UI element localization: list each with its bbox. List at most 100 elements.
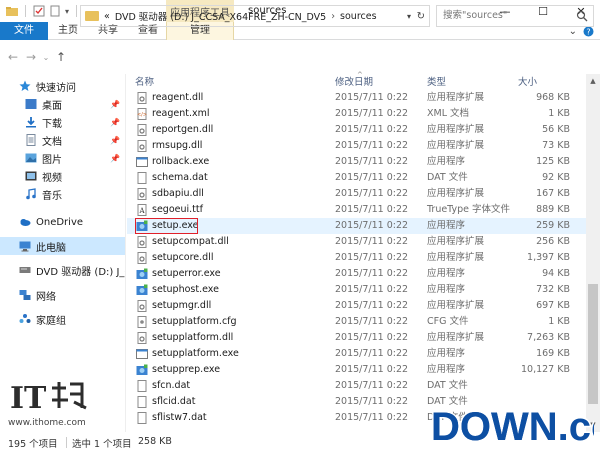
sidebar-item-label: 桌面 [42, 100, 62, 112]
file-row[interactable]: sdbapiu.dll 2015/7/11 0:22 应用程序扩展 167 KB [127, 186, 586, 202]
chevron-right-icon[interactable]: › [331, 11, 335, 22]
file-row[interactable]: rollback.exe 2015/7/11 0:22 应用程序 125 KB [127, 154, 586, 170]
forward-arrow-icon[interactable]: → [22, 46, 40, 68]
sidebar-item-label: OneDrive [36, 216, 84, 228]
address-dropdown-icon[interactable]: ▾ [407, 12, 411, 21]
help-icon[interactable]: ? [583, 26, 594, 37]
file-row[interactable]: setupplatform.exe 2015/7/11 0:22 应用程序 169 K… [127, 346, 586, 362]
file-size: 732 KB [536, 284, 570, 295]
new-folder-icon[interactable] [49, 5, 61, 17]
file-size: 94 KB [542, 268, 570, 279]
file-type: 应用程序扩展 [427, 92, 485, 103]
file-date: 2015/7/11 0:22 [335, 300, 409, 311]
column-header-name[interactable]: 名称 [135, 76, 154, 90]
expand-ribbon-icon[interactable]: ⌄ [569, 26, 577, 37]
highlight-box [135, 218, 198, 234]
file-row[interactable]: setupcompat.dll 2015/7/11 0:22 应用程序扩展 256 K… [127, 234, 586, 250]
pin-icon[interactable]: 📌 [110, 154, 120, 163]
file-size: 56 KB [542, 124, 570, 135]
ithome-watermark: IT www.ithome.com [8, 378, 108, 433]
sidebar-item-documents[interactable]: 文档 📌 [0, 131, 125, 149]
sidebar-item-this-pc[interactable]: 此电脑 [0, 237, 125, 255]
column-header-type[interactable]: 类型 [427, 76, 446, 90]
sidebar-item-label: 快速访问 [36, 82, 76, 94]
up-arrow-icon[interactable]: ↑ [52, 46, 70, 68]
file-row[interactable]: setuphost.exe 2015/7/11 0:22 应用程序 732 KB [127, 282, 586, 298]
sidebar-item-videos[interactable]: 视频 [0, 167, 125, 185]
search-input[interactable]: 搜索"sources" [436, 5, 594, 27]
sidebar-item-label: 网络 [36, 291, 56, 303]
file-type: 应用程序 [427, 156, 466, 167]
file-row[interactable]: reagent.dll 2015/7/11 0:22 应用程序扩展 968 KB [127, 90, 586, 106]
sidebar-item-label: 视频 [42, 172, 62, 184]
pin-icon[interactable]: 📌 [110, 136, 120, 145]
file-size: 256 KB [536, 236, 570, 247]
recent-locations-icon[interactable]: ⌄ [40, 46, 52, 68]
scroll-up-icon[interactable]: ▲ [586, 74, 600, 88]
file-row[interactable]: setupprep.exe 2015/7/11 0:22 应用程序 10,127 KB [127, 362, 586, 378]
column-header-date[interactable]: 修改日期 [335, 76, 373, 90]
sidebar-item-dvd-drive[interactable]: DVD 驱动器 (D:) J_C [0, 261, 125, 279]
address-bar[interactable]: « DVD 驱动器 (D:) J_CCSA_X64FRE_ZH-CN_DV5 ›… [80, 5, 430, 27]
sidebar-item-onedrive[interactable]: OneDrive [0, 213, 125, 231]
file-date: 2015/7/11 0:22 [335, 92, 409, 103]
column-header-size[interactable]: 大小 [518, 76, 537, 90]
sidebar-item-music[interactable]: 音乐 [0, 185, 125, 203]
pin-icon[interactable]: 📌 [110, 100, 120, 109]
sidebar-item-pictures[interactable]: 图片 📌 [0, 149, 125, 167]
breadcrumb-sources[interactable]: sources [340, 11, 377, 22]
file-row[interactable]: setup.exe 2015/7/11 0:22 应用程序 259 KB [127, 218, 586, 234]
pin-icon[interactable]: 📌 [110, 118, 120, 127]
file-type: XML 文档 [427, 108, 470, 119]
file-list: reagent.dll 2015/7/11 0:22 应用程序扩展 968 KB </>… [127, 90, 586, 432]
sidebar-item-desktop[interactable]: 桌面 📌 [0, 95, 125, 113]
file-row[interactable]: reportgen.dll 2015/7/11 0:22 应用程序扩展 56 KB [127, 122, 586, 138]
search-icon[interactable] [576, 10, 588, 22]
file-row[interactable]: setupmgr.dll 2015/7/11 0:22 应用程序扩展 697 KB [127, 298, 586, 314]
file-date: 2015/7/11 0:22 [335, 364, 409, 375]
file-row[interactable]: schema.dat 2015/7/11 0:22 DAT 文件 92 KB [127, 170, 586, 186]
file-row[interactable]: setuperror.exe 2015/7/11 0:22 应用程序 94 KB [127, 266, 586, 282]
dat-icon [137, 412, 147, 424]
file-date: 2015/7/11 0:22 [335, 332, 409, 343]
properties-icon[interactable] [33, 5, 45, 17]
vertical-scrollbar[interactable]: ▲ ▼ [586, 74, 600, 432]
sidebar-item-downloads[interactable]: 下载 📌 [0, 113, 125, 131]
file-size: 697 KB [536, 300, 570, 311]
file-row[interactable]: setupplatform.dll 2015/7/11 0:22 应用程序扩展 7,2… [127, 330, 586, 346]
file-name: sdbapiu.dll [152, 188, 204, 199]
scroll-thumb[interactable] [588, 284, 598, 404]
down-cc-watermark: DOWN.cc DOWN [428, 398, 600, 451]
file-row[interactable]: sfcn.dat 2015/7/11 0:22 DAT 文件 [127, 378, 586, 394]
music-icon [26, 188, 36, 200]
file-type: 应用程序 [427, 364, 466, 375]
file-row[interactable]: </> reagent.xml 2015/7/11 0:22 XML 文档 1 KB [127, 106, 586, 122]
sidebar-item-label: 文档 [42, 136, 62, 148]
refresh-icon[interactable]: ↻ [417, 11, 425, 22]
breadcrumb-overflow[interactable]: « [104, 11, 110, 22]
file-size: 167 KB [536, 188, 570, 199]
sidebar-item-network[interactable]: 网络 [0, 286, 125, 304]
svg-text:?: ? [586, 27, 590, 36]
file-type: 应用程序 [427, 348, 466, 359]
file-name: schema.dat [152, 172, 208, 183]
sidebar-item-quick-access[interactable]: 快速访问 [0, 77, 125, 95]
down-cc-logo: DOWN.cc DOWN [430, 404, 600, 451]
exe-icon [136, 349, 148, 359]
file-row[interactable]: setupcore.dll 2015/7/11 0:22 应用程序扩展 1,397 K… [127, 250, 586, 266]
file-row[interactable]: setupplatform.cfg 2015/7/11 0:22 CFG 文件 1 K… [127, 314, 586, 330]
svg-text:</>: </> [137, 112, 147, 118]
file-row[interactable]: rmsupg.dll 2015/7/11 0:22 应用程序扩展 73 KB [127, 138, 586, 154]
tab-file[interactable]: 文件 [0, 22, 48, 40]
sidebar-item-homegroup[interactable]: 家庭组 [0, 310, 125, 328]
breadcrumb-drive[interactable]: DVD 驱动器 (D:) J_CCSA_X64FRE_ZH-CN_DV5 [115, 9, 326, 23]
file-row[interactable]: Asegoeui.ttf 2015/7/11 0:22 TrueType 字体文件 8… [127, 202, 586, 218]
dll-icon [137, 140, 147, 152]
back-arrow-icon[interactable]: ← [4, 46, 22, 68]
navigation-bar: ← → ⌄ ↑ [0, 41, 600, 73]
file-size: 125 KB [536, 156, 570, 167]
quick-access-toolbar: ▾ [0, 0, 80, 22]
setup-icon [136, 284, 148, 295]
exe-icon [136, 157, 148, 167]
qa-dropdown-icon[interactable]: ▾ [65, 7, 69, 16]
